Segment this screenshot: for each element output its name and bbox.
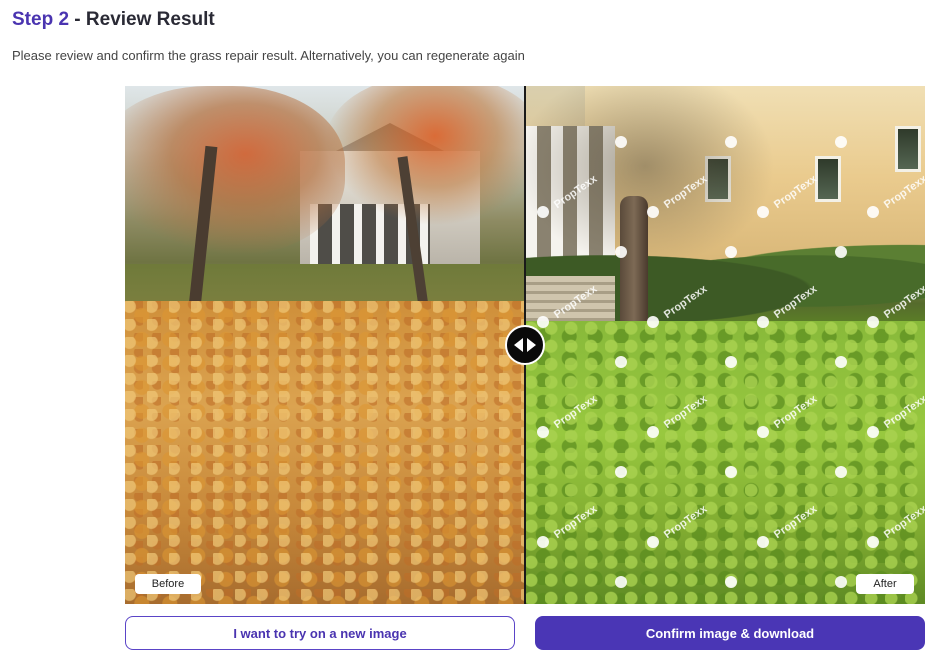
- proptexx-logo-icon: [835, 466, 847, 478]
- arrow-right-icon: [527, 338, 536, 352]
- confirm-download-button[interactable]: Confirm image & download: [535, 616, 925, 650]
- proptexx-logo-icon: [537, 536, 549, 548]
- proptexx-logo-icon: [867, 426, 879, 438]
- page-title: Step 2 - Review Result: [12, 9, 215, 31]
- proptexx-logo-icon: [757, 536, 769, 548]
- proptexx-logo-icon: [615, 356, 627, 368]
- before-after-comparison[interactable]: PropTexx PropTexx PropTexx PropTexx PropTexx…: [125, 86, 925, 604]
- proptexx-logo-icon: [835, 246, 847, 258]
- proptexx-logo-icon: [725, 246, 737, 258]
- proptexx-logo-icon: [835, 576, 847, 588]
- proptexx-logo-icon: [725, 466, 737, 478]
- proptexx-logo-icon: [615, 136, 627, 148]
- proptexx-logo-icon: [757, 206, 769, 218]
- after-image: PropTexx PropTexx PropTexx PropTexx PropTexx…: [525, 86, 925, 604]
- proptexx-logo-icon: [725, 576, 737, 588]
- try-new-image-button[interactable]: I want to try on a new image: [125, 616, 515, 650]
- step-label: Step 2: [12, 9, 70, 30]
- proptexx-logo-icon: [835, 356, 847, 368]
- proptexx-logo-icon: [615, 576, 627, 588]
- page-description: Please review and confirm the grass repa…: [12, 48, 525, 63]
- before-image: [125, 86, 525, 604]
- proptexx-logo-icon: [867, 536, 879, 548]
- title-text: Review Result: [85, 9, 215, 30]
- proptexx-logo-icon: [725, 136, 737, 148]
- after-label: After: [856, 574, 914, 594]
- slider-handle[interactable]: [505, 325, 545, 365]
- proptexx-logo-icon: [647, 316, 659, 328]
- proptexx-logo-icon: [537, 316, 549, 328]
- proptexx-logo-icon: [757, 426, 769, 438]
- proptexx-logo-icon: [867, 206, 879, 218]
- before-label: Before: [135, 574, 201, 594]
- proptexx-logo-icon: [757, 316, 769, 328]
- proptexx-logo-icon: [725, 356, 737, 368]
- proptexx-logo-icon: [647, 536, 659, 548]
- proptexx-logo-icon: [647, 426, 659, 438]
- proptexx-logo-icon: [835, 136, 847, 148]
- proptexx-logo-icon: [615, 466, 627, 478]
- proptexx-logo-icon: [867, 316, 879, 328]
- proptexx-logo-icon: [615, 246, 627, 258]
- proptexx-logo-icon: [647, 206, 659, 218]
- arrow-left-icon: [514, 338, 523, 352]
- proptexx-logo-icon: [537, 206, 549, 218]
- proptexx-logo-icon: [537, 426, 549, 438]
- review-result-page: Step 2 - Review Result Please review and…: [0, 0, 939, 661]
- title-separator: -: [69, 9, 86, 30]
